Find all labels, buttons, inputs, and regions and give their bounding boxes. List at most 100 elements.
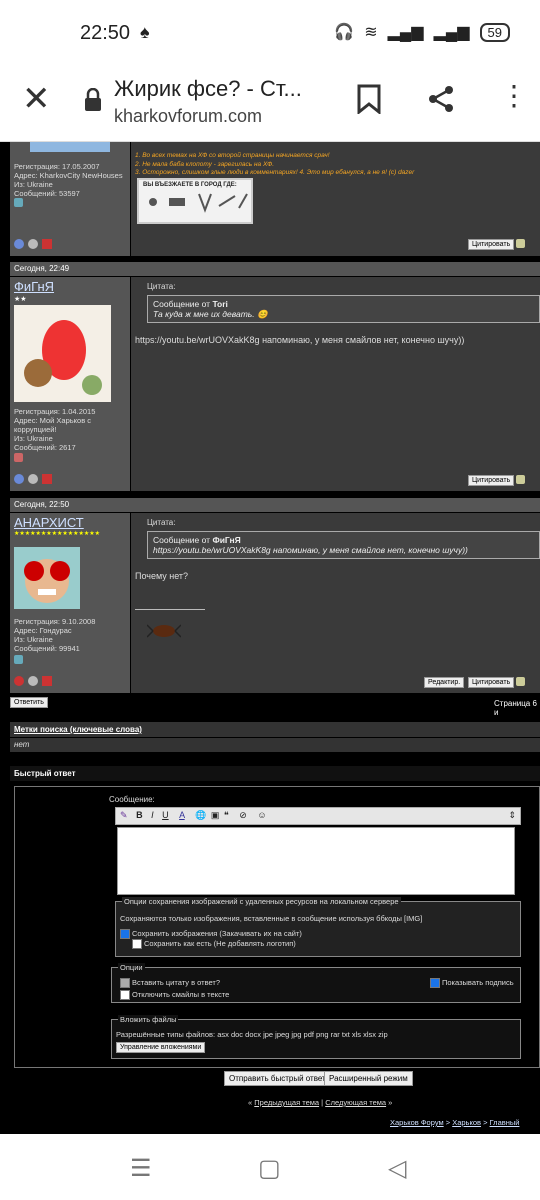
- page-info[interactable]: Страница 6 и: [494, 699, 540, 717]
- link-icon[interactable]: 🌐: [195, 810, 206, 820]
- tags-header: Метки поиска (ключевые слова): [10, 722, 540, 737]
- tags-value: нет: [10, 738, 540, 752]
- post0-reg: Регистрация: 17.05.2007: [14, 162, 100, 171]
- options-panel: Опции Вставить цитату в ответ? Показыват…: [111, 963, 521, 1003]
- underline-icon[interactable]: U: [162, 810, 169, 820]
- insert-quote-checkbox[interactable]: [120, 978, 130, 989]
- smilies-icon[interactable]: ☺: [257, 810, 266, 820]
- post2-quote-label: Цитата:: [147, 518, 176, 527]
- browser-toolbar: ✕ Жирик фсе? - Ст... kharkovforum.com ⋮: [0, 66, 540, 142]
- insert-quote-label: Вставить цитату в ответ?: [132, 978, 221, 987]
- back-icon[interactable]: ◁: [388, 1154, 406, 1183]
- online-status-icon: [14, 239, 24, 249]
- post2-quote-author[interactable]: ФиГнЯ: [212, 535, 240, 545]
- italic-icon[interactable]: I: [151, 810, 154, 820]
- recent-apps-icon[interactable]: ☰: [130, 1154, 152, 1183]
- bold-icon[interactable]: B: [136, 810, 143, 820]
- headphones-icon: 🎧: [334, 24, 355, 41]
- quote-icon[interactable]: ❝: [224, 810, 229, 820]
- page-title: Жирик фсе? - Ст...: [114, 76, 302, 101]
- online-status-icon: [14, 474, 24, 484]
- multiquote-icon[interactable]: [516, 677, 525, 686]
- post1-quote-author[interactable]: Tori: [212, 299, 227, 309]
- post2-quote-button[interactable]: Цитировать: [468, 677, 515, 688]
- post2-footer-left: [10, 670, 130, 693]
- save-images-checkbox[interactable]: [120, 929, 130, 940]
- close-icon[interactable]: ✕: [22, 82, 51, 116]
- next-topic-link[interactable]: Следующая тема: [325, 1098, 386, 1107]
- camera-icon[interactable]: [14, 655, 23, 664]
- report-icon[interactable]: [42, 676, 52, 686]
- scales-icon[interactable]: [28, 676, 38, 686]
- status-time: 22:50: [80, 22, 131, 44]
- post1-messages: Сообщений: 2617: [14, 443, 76, 452]
- reply-button[interactable]: Ответить: [10, 697, 48, 708]
- attach-panel: Вложить файлы Разрешённые типы файлов: a…: [111, 1015, 521, 1059]
- post1-from: Из: Ukraine: [14, 434, 53, 443]
- share-icon[interactable]: [426, 84, 456, 114]
- more-menu-icon[interactable]: ⋮: [500, 82, 528, 110]
- breadcrumb-main[interactable]: Главный: [490, 1118, 520, 1127]
- bookmark-icon[interactable]: [356, 84, 382, 114]
- quick-reply-title: Быстрый ответ: [14, 769, 76, 778]
- post1-footer-left: [10, 468, 130, 491]
- camera-icon[interactable]: [14, 198, 23, 207]
- post2-date: Сегодня, 22:50: [14, 500, 70, 509]
- rep-icon[interactable]: [14, 453, 23, 462]
- city-sign-image: ВЫ ВЪЕЗЖАЕТЕ В ГОРОД ГДЕ:: [137, 178, 253, 224]
- show-signature-checkbox[interactable]: [430, 978, 440, 989]
- post0-quote-button[interactable]: Цитировать: [468, 239, 515, 250]
- post2-username[interactable]: АНАРХИСТ: [14, 515, 84, 530]
- editor-toolbar: ✎ B I U A 🌐 ▣ ❝ ⊘ ☺ ⇕: [115, 807, 521, 825]
- scales-icon[interactable]: [28, 474, 38, 484]
- font-color-icon[interactable]: A: [179, 810, 185, 820]
- options-legend: Опции: [118, 963, 145, 972]
- report-icon[interactable]: [42, 239, 52, 249]
- disable-smilies-checkbox[interactable]: [120, 990, 130, 1001]
- send-quick-reply-button[interactable]: Отправить быстрый ответ: [224, 1071, 331, 1086]
- multiquote-icon[interactable]: [516, 239, 525, 248]
- status-bar: 22:50 ♠ 🎧 ≋ ▂▄▆ ▂▄▆ 59: [0, 0, 540, 66]
- resize-icon[interactable]: ⇕: [508, 810, 516, 821]
- scales-icon[interactable]: [28, 239, 38, 249]
- prev-topic-link[interactable]: Предыдущая тема: [254, 1098, 319, 1107]
- post1-quote-from: Сообщение от: [153, 299, 211, 309]
- wifi-icon: ≋: [364, 24, 378, 41]
- breadcrumb-kharkov[interactable]: Харьков: [452, 1118, 481, 1127]
- message-textarea[interactable]: [117, 827, 515, 895]
- home-icon[interactable]: ▢: [258, 1154, 281, 1183]
- message-label: Сообщение:: [109, 795, 155, 804]
- post2-header: Сегодня, 22:50: [10, 498, 540, 512]
- signal2-icon: ▂▄▆: [433, 24, 470, 41]
- multiquote-icon[interactable]: [516, 475, 525, 484]
- post0-messages: Сообщений: 53597: [14, 189, 80, 198]
- spade-icon: ♠: [140, 22, 150, 42]
- smiley-icon: 😊: [256, 309, 268, 319]
- advanced-mode-button[interactable]: Расширенный режим: [324, 1071, 413, 1086]
- post0-from: Из: Ukraine: [14, 180, 53, 189]
- topic-nav: « Предыдущая тема | Следующая тема »: [248, 1098, 393, 1107]
- manage-attachments-button[interactable]: Управление вложениями: [116, 1042, 206, 1053]
- offline-status-icon: [14, 676, 24, 686]
- post2-body: Цитата: Сообщение от ФиГнЯ https://youtu…: [131, 513, 540, 693]
- post1-stars: ★★: [14, 296, 27, 303]
- post1-username[interactable]: ФиГнЯ: [14, 279, 54, 294]
- breadcrumb-forum[interactable]: Харьков Форум: [390, 1118, 444, 1127]
- attach-types: Разрешённые типы файлов: asx doc docx jp…: [116, 1030, 388, 1039]
- signal-icon: ▂▄▆: [387, 24, 424, 41]
- attach-icon[interactable]: ⊘: [239, 810, 247, 820]
- post2-edit-button[interactable]: Редактир.: [424, 677, 465, 688]
- post2-reg: Регистрация: 9.10.2008: [14, 617, 96, 626]
- disable-smilies-label: Отключить смайлы в тексте: [132, 990, 230, 999]
- report-icon[interactable]: [42, 474, 52, 484]
- tags-link[interactable]: Метки поиска (ключевые слова): [14, 725, 142, 734]
- save-as-is-checkbox[interactable]: [132, 939, 142, 950]
- page-url[interactable]: kharkovforum.com: [114, 106, 262, 127]
- post1-quote-button[interactable]: Цитировать: [468, 475, 515, 486]
- image-icon[interactable]: ▣: [211, 810, 220, 820]
- city-sign-icons: [149, 193, 248, 213]
- format-icon[interactable]: ✎: [120, 810, 128, 820]
- post1-body: Цитата: Сообщение от Tori Та куда ж мне …: [131, 277, 540, 491]
- image-options-note: Сохраняются только изображения, вставлен…: [120, 914, 423, 923]
- post1-quote-text: Та куда ж мне их девать.: [153, 309, 255, 319]
